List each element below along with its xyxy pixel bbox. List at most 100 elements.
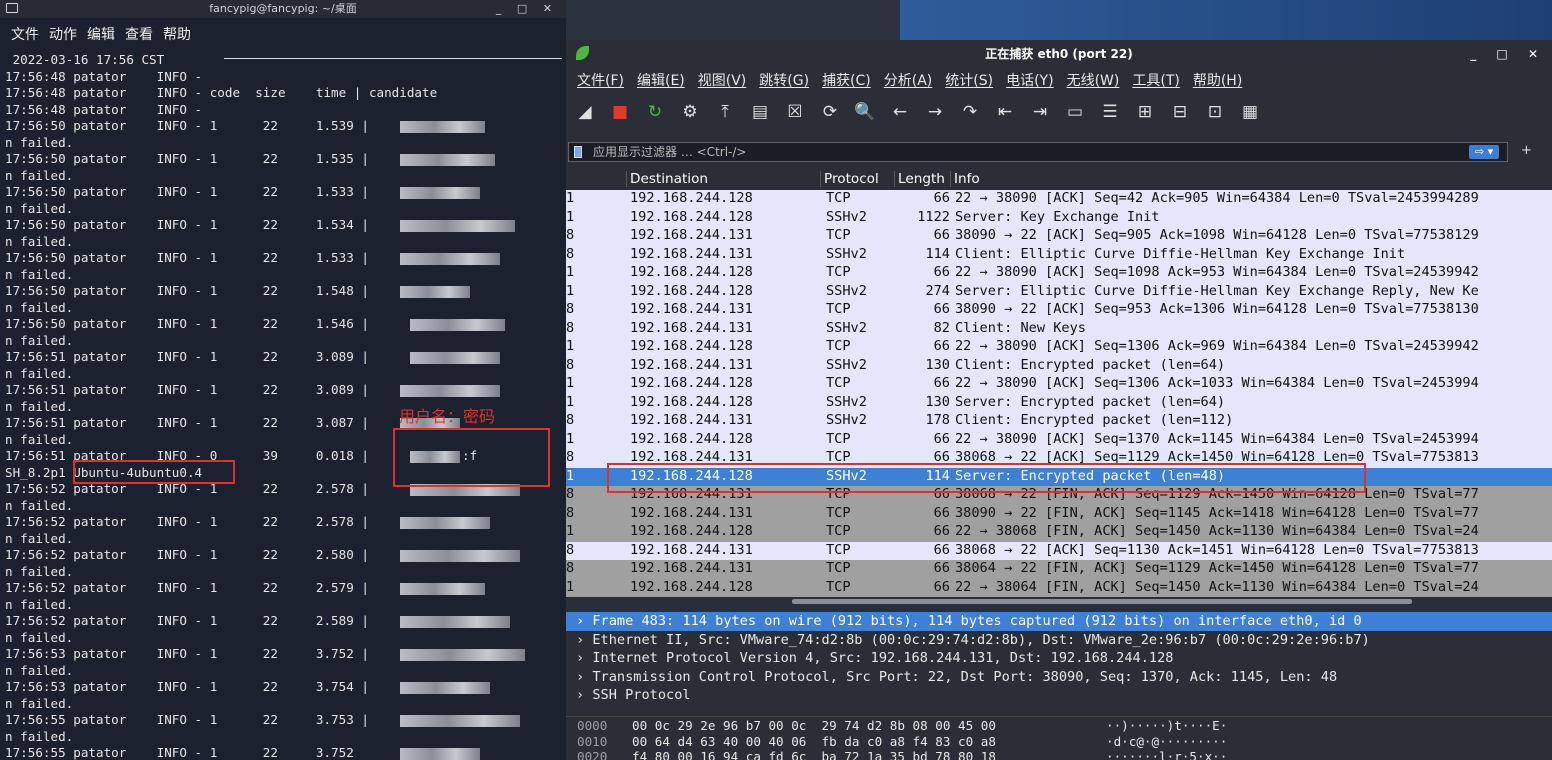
hex-ascii[interactable]: ·······l·r·5·x·· — [1106, 749, 1227, 760]
wireshark-menu-item[interactable]: 文件(F) — [577, 70, 624, 90]
redacted-candidate — [400, 682, 490, 694]
terminal-menu-item[interactable]: 动作 — [49, 24, 77, 44]
packet-row[interactable]: 8 192.168.244.131 TCP 66 38090 → 22 [FIN, AC… — [566, 504, 1552, 523]
packet-row[interactable]: 1 192.168.244.128 TCP 66 22 → 38068 [FIN, AC… — [566, 523, 1552, 542]
packet-row[interactable]: 8 192.168.244.131 SSHv2 82 Client: New Keys — [566, 319, 1552, 338]
wireshark-menu-item[interactable]: 工具(T) — [1132, 70, 1179, 90]
go-forward-icon[interactable]: → — [924, 101, 946, 123]
zoom-out-icon[interactable]: ⊟ — [1169, 101, 1191, 123]
add-filter-button[interactable]: + — [1521, 143, 1532, 158]
terminal-line: n failed. — [5, 300, 566, 317]
hex-ascii[interactable]: ··)·····)t····E· — [1106, 718, 1227, 734]
terminal-menu-item[interactable]: 查看 — [125, 24, 153, 44]
packet-row[interactable]: 1 192.168.244.128 TCP 66 22 → 38090 [ACK] Se… — [566, 338, 1552, 357]
packet-row[interactable]: 1 192.168.244.128 TCP 66 22 → 38090 [ACK] Se… — [566, 190, 1552, 209]
packet-source-fragment: 8 — [566, 412, 575, 428]
save-file-icon[interactable]: ▤ — [749, 101, 771, 123]
zoom-in-icon[interactable]: ⊞ — [1134, 101, 1156, 123]
capture-options-icon[interactable]: ⚙ — [679, 101, 701, 123]
shark-fin-start-icon[interactable]: ◢ — [574, 101, 596, 123]
terminal-line-text: n failed. — [5, 530, 74, 546]
hex-ascii[interactable]: ·d·c@·@········· — [1106, 734, 1227, 750]
hex-bytes[interactable]: 00 0c 29 2e 96 b7 00 0c 29 74 d2 8b 08 0… — [632, 718, 996, 734]
terminal-titlebar[interactable]: fancypig@fancypig: ~/桌面 _ □ ✕ — [0, 0, 566, 18]
version-highlight-box — [73, 460, 235, 484]
last-packet-icon[interactable]: ⇥ — [1029, 101, 1051, 123]
hex-bytes[interactable]: f4 80 00 16 94 ca fd 6c ba 72 1a 35 bd 7… — [632, 749, 996, 760]
wireshark-menu-item[interactable]: 分析(A) — [884, 70, 933, 90]
wireshark-menu-item[interactable]: 跳转(G) — [759, 70, 809, 90]
apply-filter-button[interactable]: ⇨ ▾ — [1469, 145, 1499, 159]
packet-bytes-pane[interactable]: 0000 00 0c 29 2e 96 b7 00 0c 29 74 d2 8b … — [566, 716, 1552, 760]
wireshark-menu-item[interactable]: 编辑(E) — [637, 70, 685, 90]
packet-row[interactable]: 1 192.168.244.128 TCP 66 22 → 38064 [FIN, AC… — [566, 578, 1552, 597]
packet-row[interactable]: 8 192.168.244.131 TCP 66 38090 → 22 [ACK] Se… — [566, 227, 1552, 246]
restart-capture-icon[interactable]: ↻ — [644, 101, 666, 123]
autoscroll-icon[interactable]: ▭ — [1064, 101, 1086, 123]
packet-row[interactable]: 1 192.168.244.128 SSHv2 274 Server: Elliptic… — [566, 282, 1552, 301]
detail-tree-item[interactable]: › Internet Protocol Version 4, Src: 192.… — [566, 649, 1552, 668]
packet-info: Server: Key Exchange Init — [955, 208, 1160, 225]
terminal-window-controls[interactable]: _ □ ✕ — [496, 0, 558, 18]
packet-row[interactable]: 8 192.168.244.131 SSHv2 178 Client: Encrypte… — [566, 412, 1552, 431]
stop-capture-icon[interactable]: ■ — [609, 101, 631, 123]
hex-bytes[interactable]: 00 64 d4 63 40 00 40 06 fb da c0 a8 f4 8… — [632, 734, 996, 750]
find-packet-icon[interactable]: 🔍 — [854, 101, 876, 123]
detail-tree-item[interactable]: › Frame 483: 114 bytes on wire (912 bits… — [566, 612, 1552, 631]
detail-tree-item[interactable]: › Transmission Control Protocol, Src Por… — [566, 668, 1552, 687]
column-length[interactable]: Length — [894, 171, 949, 187]
go-to-packet-icon[interactable]: ↷ — [959, 101, 981, 123]
packet-destination: 192.168.244.131 — [630, 412, 753, 428]
packet-length: 274 — [925, 282, 950, 299]
wireshark-window[interactable]: 正在捕获 eth0 (port 22) _ □ ✕ 文件(F) 编辑(E) 视图(V… — [566, 40, 1552, 760]
bookmark-icon[interactable] — [574, 146, 582, 158]
wireshark-menu-item[interactable]: 统计(S) — [945, 70, 993, 90]
packet-row[interactable]: 8 192.168.244.131 SSHv2 130 Client: Encrypte… — [566, 356, 1552, 375]
terminal-menu-item[interactable]: 文件 — [11, 24, 39, 44]
packet-row[interactable]: 8 192.168.244.131 TCP 66 38064 → 22 [FIN, AC… — [566, 560, 1552, 579]
column-protocol[interactable]: Protocol — [820, 171, 888, 187]
packet-row[interactable]: 1 192.168.244.128 TCP 66 22 → 38090 [ACK] Se… — [566, 264, 1552, 283]
horizontal-scrollbar[interactable] — [792, 599, 1412, 604]
packet-row[interactable]: 1 192.168.244.128 TCP 66 22 → 38090 [ACK] Se… — [566, 375, 1552, 394]
column-info[interactable]: Info — [950, 171, 1550, 187]
packet-row[interactable]: 1 192.168.244.128 SSHv2 1122 Server: Key Exc… — [566, 208, 1552, 227]
packet-length: 66 — [933, 264, 950, 280]
wireshark-menu-item[interactable]: 电话(Y) — [1006, 70, 1053, 90]
colorize-icon[interactable]: ☰ — [1099, 101, 1121, 123]
wireshark-menu-item[interactable]: 帮助(H) — [1193, 70, 1242, 90]
detail-tree-item[interactable]: › Ethernet II, Src: VMware_74:d2:8b (00:… — [566, 631, 1552, 650]
packet-details-pane[interactable]: › Frame 483: 114 bytes on wire (912 bits… — [566, 612, 1552, 712]
packet-row[interactable]: 8 192.168.244.131 TCP 66 38090 → 22 [ACK] Se… — [566, 301, 1552, 320]
wireshark-window-controls[interactable]: _ □ ✕ — [1470, 40, 1546, 68]
terminal-window[interactable]: fancypig@fancypig: ~/桌面 _ □ ✕ 文件 动作 编辑 查看 帮助… — [0, 0, 566, 760]
display-filter-input[interactable]: 应用显示过滤器 … <Ctrl-/> ⇨ ▾ — [568, 142, 1508, 162]
terminal-menu-item[interactable]: 帮助 — [163, 24, 191, 44]
packet-protocol: TCP — [826, 578, 851, 595]
resize-columns-icon[interactable]: ▦ — [1239, 101, 1261, 123]
wireshark-menu-item[interactable]: 无线(W) — [1067, 70, 1120, 90]
packet-row[interactable]: 1 192.168.244.128 TCP 66 22 → 38090 [ACK] Se… — [566, 430, 1552, 449]
terminal-line: 17:56:51 patator INFO - 1 22 3.089 | — [5, 349, 566, 366]
go-back-icon[interactable]: ← — [889, 101, 911, 123]
column-destination[interactable]: Destination — [626, 171, 820, 187]
packet-row[interactable]: 1 192.168.244.128 SSHv2 130 Server: Encrypte… — [566, 393, 1552, 412]
normal-size-icon[interactable]: ⊡ — [1204, 101, 1226, 123]
wireshark-titlebar[interactable]: 正在捕获 eth0 (port 22) _ □ ✕ — [566, 40, 1552, 68]
detail-tree-item[interactable]: › SSH Protocol — [566, 686, 1552, 705]
open-file-icon[interactable]: ⤒ — [714, 101, 736, 123]
terminal-line: 17:56:50 patator INFO - 1 22 1.535 | — [5, 151, 566, 168]
packet-info: 22 → 38090 [ACK] Seq=1098 Ack=953 Win=64… — [955, 264, 1479, 280]
packet-row[interactable]: 8 192.168.244.131 SSHv2 114 Client: Elliptic… — [566, 245, 1552, 264]
packet-row[interactable]: 8 192.168.244.131 TCP 66 38068 → 22 [ACK] Se… — [566, 541, 1552, 560]
terminal-menu-item[interactable]: 编辑 — [87, 24, 115, 44]
close-file-icon[interactable]: ☒ — [784, 101, 806, 123]
wireshark-menu-item[interactable]: 视图(V) — [698, 70, 747, 90]
packet-destination: 192.168.244.128 — [630, 282, 753, 299]
wireshark-menu-item[interactable]: 捕获(C) — [822, 70, 871, 90]
first-packet-icon[interactable]: ⇤ — [994, 101, 1016, 123]
reload-icon[interactable]: ⟳ — [819, 101, 841, 123]
packet-list[interactable]: Destination Protocol Length Info 1 192.16… — [566, 170, 1552, 600]
packet-info: 22 → 38064 [FIN, ACK] Seq=1450 Ack=1130 … — [955, 578, 1479, 595]
terminal-line-text: n failed. — [5, 200, 74, 216]
